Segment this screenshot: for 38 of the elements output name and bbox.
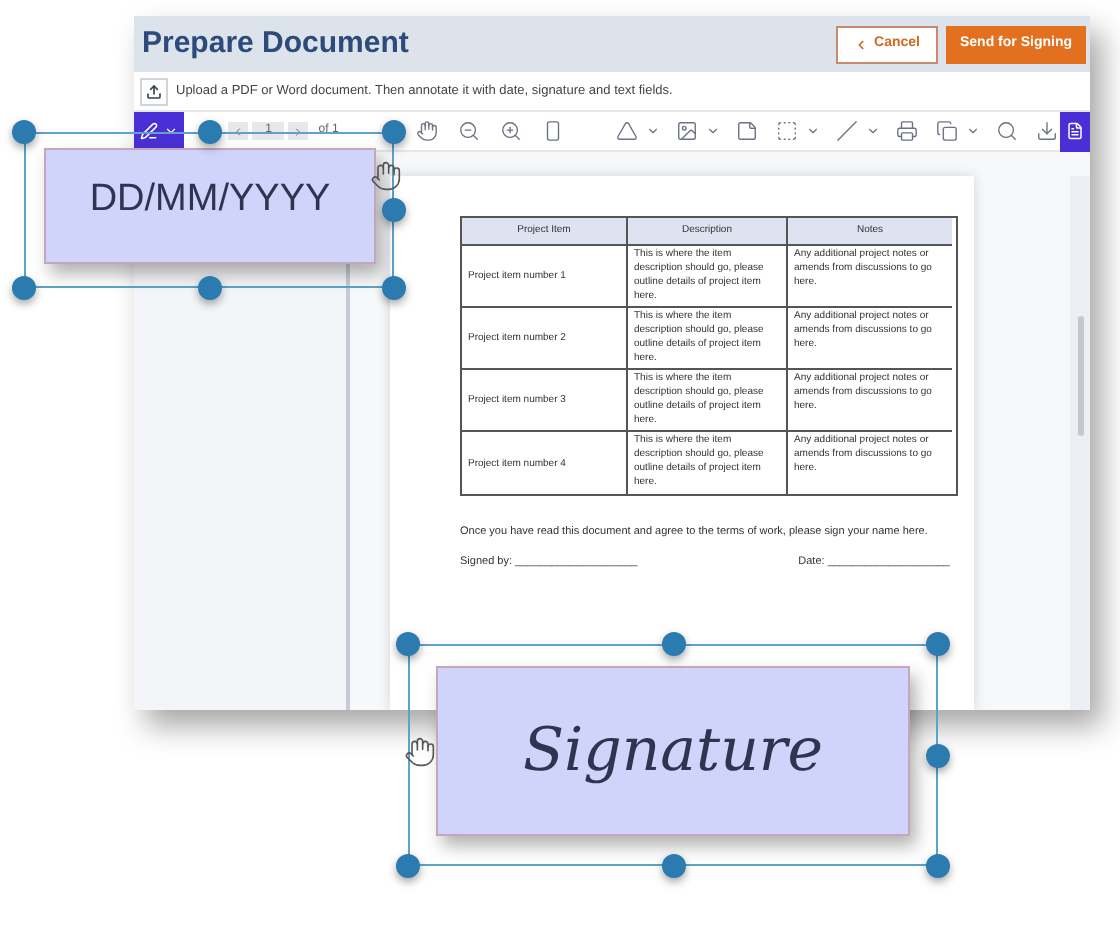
search-icon[interactable] xyxy=(994,118,1021,144)
download-icon[interactable] xyxy=(1034,118,1061,144)
text-box-icon[interactable] xyxy=(774,118,801,144)
upload-button[interactable] xyxy=(140,77,168,105)
chevron-left-icon xyxy=(854,37,869,51)
document-button[interactable] xyxy=(1060,111,1090,151)
signature-field[interactable]: Signature xyxy=(436,666,910,836)
resize-handle[interactable] xyxy=(661,854,685,878)
scrollbar[interactable] xyxy=(1077,316,1083,436)
resize-handle[interactable] xyxy=(12,120,36,144)
hand-cursor-icon xyxy=(370,160,402,192)
resize-handle[interactable] xyxy=(396,854,420,878)
chevron-right-icon xyxy=(292,125,305,137)
pen-icon xyxy=(140,122,159,140)
upload-icon xyxy=(146,83,162,99)
chevron-left-icon xyxy=(232,125,245,137)
resize-handle[interactable] xyxy=(926,854,950,878)
caret-icon[interactable] xyxy=(646,124,661,138)
hand-icon[interactable] xyxy=(414,118,441,144)
note-icon[interactable] xyxy=(734,118,761,144)
date-field[interactable]: DD/MM/YYYY xyxy=(44,148,376,264)
resize-handle[interactable] xyxy=(12,276,36,300)
line-icon[interactable] xyxy=(834,118,861,144)
caret-icon[interactable] xyxy=(806,124,821,138)
page-title: Prepare Document xyxy=(142,23,409,64)
caret-icon[interactable] xyxy=(866,124,881,138)
caret-icon[interactable] xyxy=(706,124,721,138)
print-icon[interactable] xyxy=(894,118,921,144)
document-icon xyxy=(1066,122,1085,140)
resize-handle[interactable] xyxy=(926,743,950,767)
hand-cursor-icon xyxy=(404,736,436,768)
caret-icon[interactable] xyxy=(966,124,981,138)
caret-icon xyxy=(164,124,179,138)
zoom-out-icon[interactable] xyxy=(456,118,483,144)
copy-icon[interactable] xyxy=(934,118,961,144)
zoom-in-icon[interactable] xyxy=(498,118,525,144)
image-icon[interactable] xyxy=(674,118,701,144)
shape-icon[interactable] xyxy=(614,118,641,144)
